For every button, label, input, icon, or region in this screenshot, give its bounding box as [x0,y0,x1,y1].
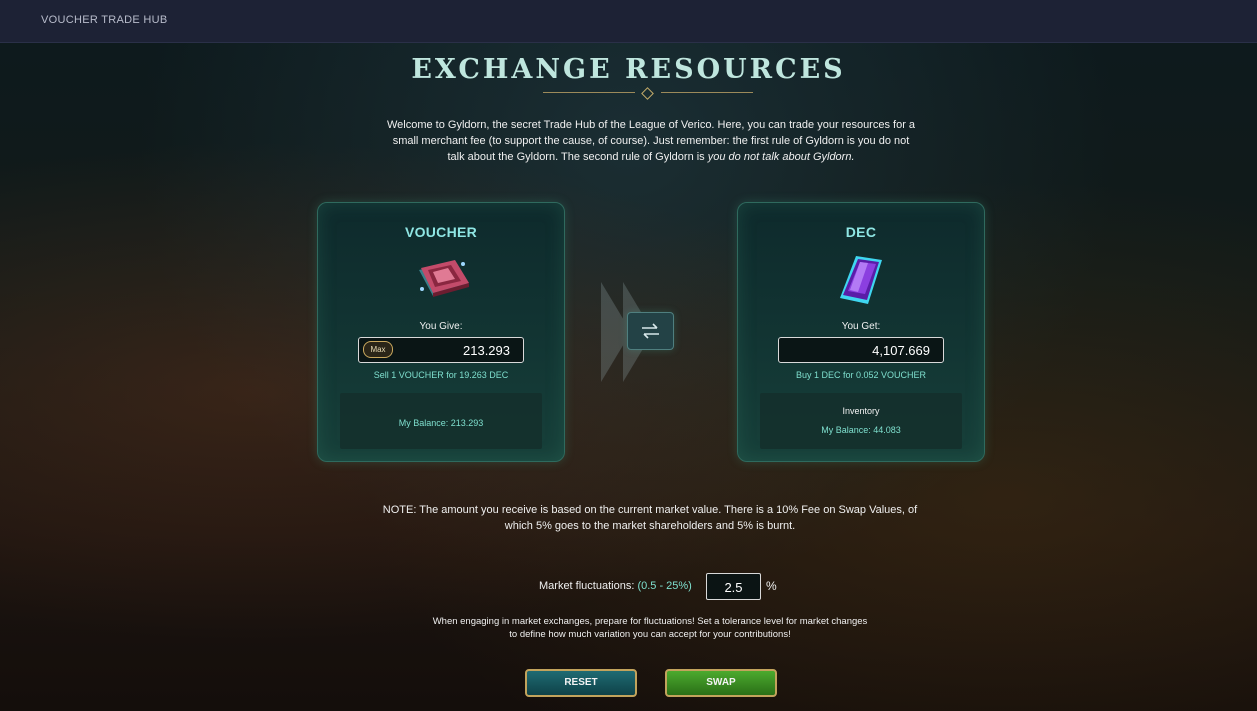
give-balance-panel: My Balance: 213.293 [340,393,542,449]
inventory-label: Inventory [842,406,880,416]
give-amount-value: 213.293 [463,343,510,358]
voucher-icon [419,260,469,297]
get-amount-input[interactable]: 4,107.669 [778,337,944,363]
max-button[interactable]: Max [363,341,393,358]
intro-emphasis: you do not talk about Gyldorn. [707,151,855,163]
get-balance: My Balance: 44.083 [821,425,901,435]
reset-button[interactable]: RESET [525,669,637,697]
fluctuation-value: 2.5 [724,580,743,595]
give-label: You Give: [419,321,463,332]
app-title: VOUCHER TRADE HUB [41,14,168,26]
title-divider [543,87,753,100]
buy-rate: Buy 1 DEC for 0.052 VOUCHER [795,370,927,380]
fluctuation-unit: % [766,579,777,593]
get-label: You Get: [841,321,881,332]
fluctuation-input[interactable]: 2.5 [706,573,761,600]
fee-note: NOTE: The amount you receive is based on… [382,504,918,532]
sell-rate: Sell 1 VOUCHER for 19.263 DEC [373,370,509,380]
dec-crystal-icon [840,256,882,304]
fluctuation-label: Market fluctuations: (0.5 - 25%) [539,580,692,592]
fluctuation-warning: When engaging in market exchanges, prepa… [432,616,868,640]
give-balance: My Balance: 213.293 [398,418,484,428]
top-bar: VOUCHER TRADE HUB [0,0,1257,43]
give-resource-title: VOUCHER [404,224,478,240]
swap-arrows-icon [642,323,659,339]
get-amount-value: 4,107.669 [872,343,930,358]
get-resource-title: DEC [845,224,877,240]
page-title: EXCHANGE RESOURCES [411,54,846,85]
give-amount-input[interactable]: Max 213.293 [358,337,524,363]
fluctuation-label-text: Market fluctuations: [539,580,635,592]
get-balance-panel: Inventory My Balance: 44.083 [760,393,962,449]
intro-text: Welcome to Gyldorn, the secret Trade Hub… [385,117,917,165]
swap-button[interactable]: SWAP [665,669,777,697]
swap-direction-button[interactable] [627,312,674,350]
fluctuation-range: (0.5 - 25%) [637,580,692,592]
give-card: VOUCHER You Give: Max 213.293 Sell 1 VOU… [317,202,565,462]
get-card: DEC You Get: 4,107.669 Buy 1 DEC for 0.0… [737,202,985,462]
